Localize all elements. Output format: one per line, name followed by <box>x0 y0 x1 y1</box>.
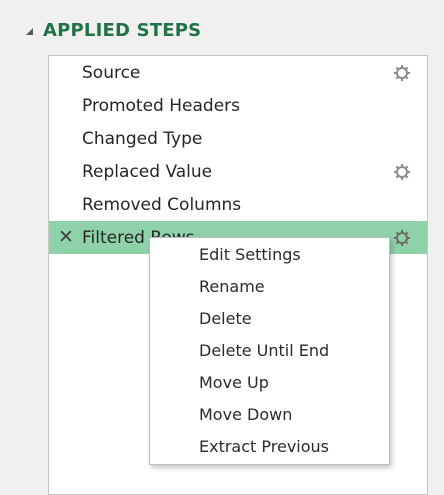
menu-item-label: Delete Until End <box>199 341 330 360</box>
applied-steps-title: APPLIED STEPS <box>43 19 202 41</box>
step-label: Replaced Value <box>82 161 213 182</box>
menu-item-label: Move Down <box>199 405 293 424</box>
gear-icon[interactable] <box>393 229 411 247</box>
menu-item-edit-settings[interactable]: Edit Settings <box>150 239 389 271</box>
menu-item-extract-previous[interactable]: Extract Previous <box>150 431 389 463</box>
menu-item-delete[interactable]: Delete <box>150 303 389 335</box>
context-menu: Edit Settings Rename Delete Delete Until… <box>149 237 390 465</box>
close-icon[interactable]: ✕ <box>57 226 75 248</box>
step-promoted-headers[interactable]: Promoted Headers <box>49 89 427 122</box>
menu-item-label: Move Up <box>199 373 269 392</box>
gear-icon[interactable] <box>393 64 411 82</box>
menu-item-move-down[interactable]: Move Down <box>150 399 389 431</box>
menu-item-label: Delete <box>199 309 252 328</box>
menu-item-label: Extract Previous <box>199 437 330 456</box>
menu-item-rename[interactable]: Rename <box>150 271 389 303</box>
step-source[interactable]: Source <box>49 56 427 89</box>
step-label: Changed Type <box>82 128 203 149</box>
menu-item-move-up[interactable]: Move Up <box>150 367 389 399</box>
step-label: Promoted Headers <box>82 95 241 116</box>
step-changed-type[interactable]: Changed Type <box>49 122 427 155</box>
step-label: Removed Columns <box>82 194 242 215</box>
collapse-arrow-icon[interactable] <box>26 27 33 35</box>
step-label: Source <box>82 62 141 83</box>
step-removed-columns[interactable]: Removed Columns <box>49 188 427 221</box>
menu-item-label: Edit Settings <box>199 245 301 264</box>
menu-item-delete-until-end[interactable]: Delete Until End <box>150 335 389 367</box>
gear-icon[interactable] <box>393 163 411 181</box>
menu-item-label: Rename <box>199 277 265 296</box>
applied-steps-header[interactable]: APPLIED STEPS <box>26 14 201 46</box>
step-replaced-value[interactable]: Replaced Value <box>49 155 427 188</box>
